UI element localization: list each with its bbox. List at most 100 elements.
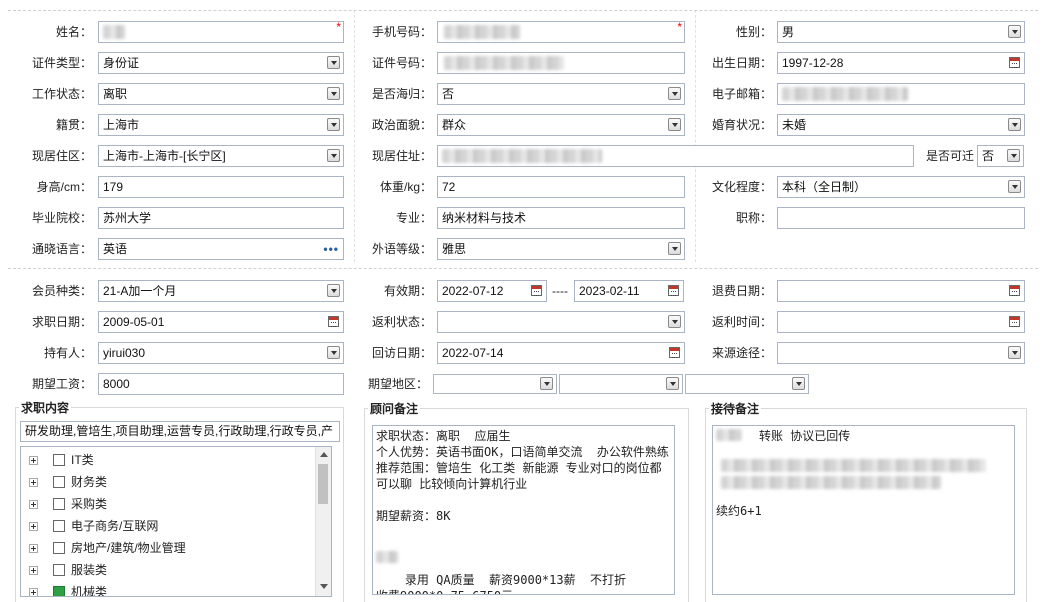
language-field[interactable]: 英语 ••• (98, 238, 344, 260)
scrollbar[interactable] (315, 447, 331, 596)
checkbox[interactable] (53, 498, 65, 510)
valid-period-label: 有效期： (383, 284, 432, 298)
job-content-summary-field[interactable]: 研发助理,管培生,项目助理,运营专员,行政助理,行政专员,产 (20, 421, 340, 442)
chevron-down-icon[interactable] (540, 377, 553, 390)
relocate-select[interactable]: 否 (977, 145, 1024, 167)
scrollbar-thumb[interactable] (318, 464, 328, 504)
revisit-date-field[interactable]: 2022-07-14 (437, 342, 685, 364)
rebate-status-select[interactable] (437, 311, 685, 333)
overseas-value: 否 (442, 87, 455, 101)
salary-label: 期望工资： (31, 377, 92, 391)
calendar-icon[interactable] (1009, 316, 1020, 327)
calendar-icon[interactable] (669, 347, 680, 358)
chevron-down-icon[interactable] (327, 149, 340, 162)
checkbox[interactable] (53, 476, 65, 488)
redacted-text (782, 87, 908, 101)
residence-area-select[interactable]: 上海市-上海市-[长宁区] (98, 145, 344, 167)
expand-icon[interactable] (29, 588, 38, 596)
job-title-label: 职称： (735, 211, 772, 225)
refund-date-field[interactable] (777, 280, 1025, 302)
work-status-select[interactable]: 离职 (98, 83, 344, 105)
native-place-select[interactable]: 上海市 (98, 114, 344, 136)
holder-select[interactable]: yirui030 (98, 342, 344, 364)
gender-label: 性别： (735, 25, 772, 39)
valid-to-field[interactable]: 2023-02-11 (574, 280, 684, 302)
checkbox-checked[interactable] (53, 586, 65, 596)
address-field[interactable] (437, 145, 914, 167)
calendar-icon[interactable] (531, 285, 542, 296)
source-select[interactable] (777, 342, 1025, 364)
expand-icon[interactable] (29, 522, 38, 531)
checkbox[interactable] (53, 520, 65, 532)
chevron-down-icon[interactable] (1008, 346, 1021, 359)
phone-field[interactable]: * (437, 21, 685, 43)
chevron-down-icon[interactable] (668, 87, 681, 100)
major-field[interactable]: 纳米材料与技术 (437, 207, 685, 229)
expand-icon[interactable] (29, 456, 38, 465)
chevron-down-icon[interactable] (327, 87, 340, 100)
member-type-select[interactable]: 21-A加一个月 (98, 280, 344, 302)
chevron-down-icon[interactable] (1008, 118, 1021, 131)
expand-icon[interactable] (29, 478, 38, 487)
chevron-down-icon[interactable] (792, 377, 805, 390)
revisit-date-label: 回访日期： (371, 346, 432, 360)
job-category-tree[interactable]: IT类 财务类 采购类 电子商务/互联网 房地产/建筑/物业管理 服装类 机械类 (20, 446, 332, 597)
chevron-down-icon[interactable] (1007, 149, 1020, 162)
political-select[interactable]: 群众 (437, 114, 685, 136)
expand-icon[interactable] (29, 566, 38, 575)
salary-field[interactable]: 8000 (98, 373, 344, 395)
name-field[interactable]: * (98, 21, 344, 43)
overseas-select[interactable]: 否 (437, 83, 685, 105)
region-city-select[interactable] (559, 374, 683, 394)
weight-field[interactable]: 72 (437, 176, 685, 198)
id-type-select[interactable]: 身份证 (98, 52, 344, 74)
chevron-down-icon[interactable] (1008, 180, 1021, 193)
job-title-field[interactable] (777, 207, 1025, 229)
job-date-field[interactable]: 2009-05-01 (98, 311, 344, 333)
scroll-down-icon[interactable] (320, 584, 328, 589)
chevron-down-icon[interactable] (668, 242, 681, 255)
chevron-down-icon[interactable] (666, 377, 679, 390)
valid-from-field[interactable]: 2022-07-12 (437, 280, 547, 302)
gender-select[interactable]: 男 (777, 21, 1025, 43)
id-number-field[interactable] (437, 52, 685, 74)
rebate-time-field[interactable] (777, 311, 1025, 333)
holder-value: yirui030 (103, 346, 146, 360)
expand-icon[interactable] (29, 500, 38, 509)
reception-notes-textarea[interactable]: 转账 协议已回传 续约6+1 (712, 425, 1015, 595)
job-date-label: 求职日期： (31, 315, 92, 329)
height-field[interactable]: 179 (98, 176, 344, 198)
chevron-down-icon[interactable] (327, 118, 340, 131)
region-province-select[interactable] (433, 374, 557, 394)
job-date-value: 2009-05-01 (103, 315, 165, 329)
source-label: 来源途径： (711, 346, 772, 360)
birth-date-field[interactable]: 1997-12-28 (777, 52, 1025, 74)
scroll-up-icon[interactable] (320, 452, 328, 457)
chevron-down-icon[interactable] (327, 56, 340, 69)
checkbox[interactable] (53, 542, 65, 554)
calendar-icon[interactable] (1009, 285, 1020, 296)
foreign-level-select[interactable]: 雅思 (437, 238, 685, 260)
school-field[interactable]: 苏州大学 (98, 207, 344, 229)
checkbox[interactable] (53, 454, 65, 466)
region-district-select[interactable] (685, 374, 809, 394)
email-field[interactable] (777, 83, 1025, 105)
school-label: 毕业院校： (31, 211, 92, 225)
education-select[interactable]: 本科（全日制） (777, 176, 1025, 198)
chevron-down-icon[interactable] (668, 118, 681, 131)
reception-note-line3: 续约6+1 (716, 504, 762, 518)
checkbox[interactable] (53, 564, 65, 576)
consultant-notes-textarea[interactable]: 求职状态：离职 应届生 个人优势：英语书面OK，口语简单交流 办公软件熟练 推荐… (372, 425, 675, 595)
chevron-down-icon[interactable] (327, 284, 340, 297)
expand-icon[interactable] (29, 544, 38, 553)
chevron-down-icon[interactable] (327, 346, 340, 359)
redacted-text (444, 25, 520, 39)
calendar-icon[interactable] (668, 285, 679, 296)
chevron-down-icon[interactable] (668, 315, 681, 328)
redacted-text (721, 459, 986, 472)
calendar-icon[interactable] (328, 316, 339, 327)
calendar-icon[interactable] (1009, 57, 1020, 68)
more-icon[interactable]: ••• (323, 241, 339, 257)
marital-select[interactable]: 未婚 (777, 114, 1025, 136)
chevron-down-icon[interactable] (1008, 25, 1021, 38)
